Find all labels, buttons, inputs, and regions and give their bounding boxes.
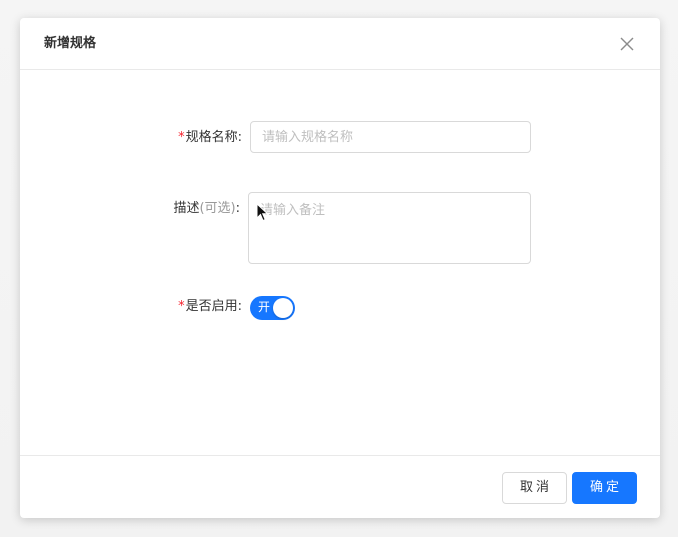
spec-name-label: *规格名称: <box>178 129 242 147</box>
toggle-knob <box>273 298 293 318</box>
cancel-button[interactable]: 取消 <box>502 472 567 504</box>
required-mark: * <box>178 130 185 145</box>
close-button[interactable] <box>618 35 636 53</box>
optional-hint: (可选) <box>199 201 236 216</box>
dialog-title: 新增规格 <box>44 36 97 51</box>
enabled-label-text: 是否启用: <box>185 299 242 314</box>
toggle-on-text: 开 <box>258 300 271 314</box>
enabled-toggle[interactable]: 开 <box>250 296 295 320</box>
dialog-header: 新增规格 <box>20 18 660 70</box>
spec-name-input[interactable] <box>250 121 531 153</box>
mouse-pointer-icon <box>256 203 269 222</box>
description-label-text: 描述 <box>173 201 200 216</box>
dialog-footer: 取消 确定 <box>20 455 660 518</box>
required-mark: * <box>178 299 185 314</box>
spec-name-label-text: 规格名称: <box>185 130 242 145</box>
confirm-button[interactable]: 确定 <box>572 472 637 504</box>
enabled-label: *是否启用: <box>178 298 242 316</box>
description-label: 描述(可选): <box>173 200 240 218</box>
close-icon <box>620 37 634 51</box>
add-spec-dialog: 新增规格 *规格名称: 描述(可选): *是否启用: 开 取消 <box>20 18 660 518</box>
description-colon: : <box>235 201 240 216</box>
description-textarea[interactable] <box>248 192 531 264</box>
